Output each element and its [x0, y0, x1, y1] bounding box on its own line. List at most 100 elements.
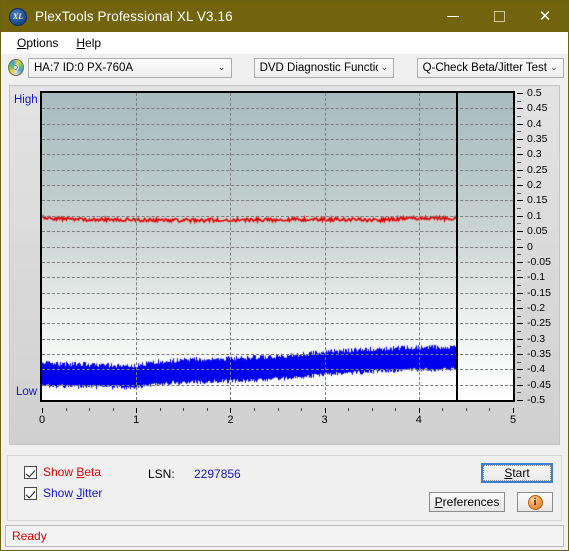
y-axis-tick-label: -0.4	[527, 363, 546, 376]
chart-gridline-h	[42, 338, 513, 340]
chart-gridline-h	[42, 369, 513, 371]
y-axis-tick-label: -0.05	[527, 255, 551, 268]
plextools-window: XL PlexTools Professional XL V3.16 ✕ Opt…	[0, 0, 569, 551]
toolbar: HA:7 ID:0 PX-760A ⌄ DVD Diagnostic Funct…	[1, 54, 568, 81]
x-axis-tick	[42, 408, 43, 413]
chart-gridline-v	[324, 93, 326, 400]
x-axis-tick	[418, 408, 420, 413]
x-axis-minor-tick	[183, 408, 185, 411]
chart-gridline-h	[42, 154, 513, 156]
y-axis-minor-tick	[517, 284, 521, 286]
y-axis-tick	[517, 200, 523, 202]
x-axis-minor-tick	[348, 408, 350, 411]
show-beta-label: Show Beta	[43, 465, 102, 479]
x-axis-tick-label: 5	[509, 414, 517, 426]
y-axis-tick	[517, 215, 523, 217]
lsn-label: LSN:	[148, 467, 175, 481]
drive-select[interactable]: HA:7 ID:0 PX-760A ⌄	[27, 57, 232, 78]
y-axis-tick	[517, 231, 523, 233]
chart-plot-area	[40, 91, 515, 402]
x-axis-tick-label: 0	[38, 414, 46, 426]
y-axis-minor-tick	[517, 116, 521, 118]
window-title: PlexTools Professional XL V3.16	[35, 9, 233, 24]
x-axis-minor-tick	[159, 408, 161, 411]
chart-gridline-v	[230, 93, 232, 400]
y-axis-tick-label: 0.05	[527, 225, 548, 238]
status-bar: Ready	[5, 525, 564, 547]
function-select[interactable]: DVD Diagnostic Functions ⌄	[253, 57, 394, 78]
preferences-button[interactable]: Preferences	[429, 492, 505, 512]
chart-gridline-h	[42, 307, 513, 309]
y-axis-tick-label: 0.2	[527, 179, 542, 192]
y-axis-tick-label: -0.1	[527, 271, 546, 284]
x-axis-minor-tick	[301, 408, 303, 411]
y-axis-tick-label: -0.3	[527, 332, 546, 345]
chart-gridline-h	[42, 215, 513, 217]
y-axis-minor-tick	[517, 192, 521, 194]
x-axis-tick	[513, 408, 514, 413]
y-axis-tick	[517, 108, 523, 110]
chart-gridline-h	[42, 185, 513, 187]
xl-app-icon: XL	[9, 7, 27, 26]
y-axis-tick	[517, 292, 523, 294]
optical-disc-icon	[8, 59, 24, 76]
x-axis-tick	[136, 408, 138, 413]
y-axis-tick-label: 0.4	[527, 117, 542, 130]
y-axis-tick	[517, 154, 523, 156]
show-jitter-checkbox[interactable]: Show Jitter	[24, 486, 102, 500]
chevron-down-icon: ⌄	[217, 62, 226, 72]
close-button[interactable]: ✕	[522, 1, 568, 32]
show-beta-checkbox[interactable]: Show Beta	[24, 465, 101, 479]
chart-gridline-h	[42, 169, 513, 171]
y-axis-tick-label: -0.35	[527, 347, 551, 360]
checkbox-checked-icon	[24, 465, 37, 479]
x-axis-minor-tick	[395, 408, 397, 411]
x-axis-minor-tick	[277, 408, 279, 411]
chart-gridline-v	[136, 93, 138, 400]
menu-item-options-label: ptions	[26, 36, 59, 50]
controls-panel: Show Beta Show Jitter LSN: 2297856 Start…	[7, 455, 562, 521]
y-axis-tick-label: -0.5	[527, 394, 546, 406]
y-axis-tick-label: 0.1	[527, 209, 542, 222]
lsn-value: 2297856	[194, 467, 241, 481]
y-axis-tick-label: -0.2	[527, 301, 546, 314]
y-axis-tick	[517, 277, 523, 279]
chevron-down-icon: ⌄	[380, 62, 389, 72]
y-axis-minor-tick	[517, 238, 521, 240]
menu-item-help[interactable]: Help	[67, 34, 110, 52]
chart-gridline-h	[42, 384, 513, 386]
x-axis-minor-tick	[65, 408, 67, 411]
y-axis-minor-tick	[517, 269, 521, 271]
chart-gridline-h	[42, 277, 513, 279]
y-axis-tick	[517, 307, 523, 309]
y-axis-tick	[517, 323, 523, 325]
y-axis-tick	[517, 261, 523, 263]
menu-item-options[interactable]: Options	[8, 34, 67, 52]
y-axis-minor-tick	[517, 330, 521, 332]
y-axis-tick-label: 0.45	[527, 102, 548, 115]
x-axis-minor-tick	[253, 408, 255, 411]
y-axis-tick-label: 0	[527, 240, 533, 253]
x-axis-tick-label: 3	[321, 414, 328, 426]
chart-gridline-h	[42, 246, 513, 248]
test-select[interactable]: Q-Check Beta/Jitter Test ⌄	[416, 57, 564, 78]
chart-gridline-h	[42, 108, 513, 110]
start-button[interactable]: Start	[481, 463, 553, 483]
y-axis-tick-label: -0.45	[527, 378, 551, 391]
y-axis-tick-label: 0.3	[527, 148, 542, 161]
y-axis-tick	[517, 338, 523, 340]
y-axis-tick	[517, 139, 523, 141]
chart-cursor-line	[456, 93, 459, 400]
x-axis-tick	[230, 408, 232, 413]
chart-gridline-v	[418, 93, 420, 400]
info-button[interactable]: i	[517, 492, 553, 512]
x-axis-minor-tick	[442, 408, 444, 411]
y-axis-tick	[517, 400, 523, 401]
y-axis-tick	[517, 93, 523, 94]
y-axis-minor-tick	[517, 346, 521, 348]
maximize-button[interactable]	[476, 1, 522, 32]
drive-select-value: HA:7 ID:0 PX-760A	[33, 61, 134, 74]
y-axis-tick-label: -0.25	[527, 317, 551, 330]
x-axis-minor-tick	[112, 408, 114, 411]
minimize-button[interactable]	[430, 1, 476, 32]
